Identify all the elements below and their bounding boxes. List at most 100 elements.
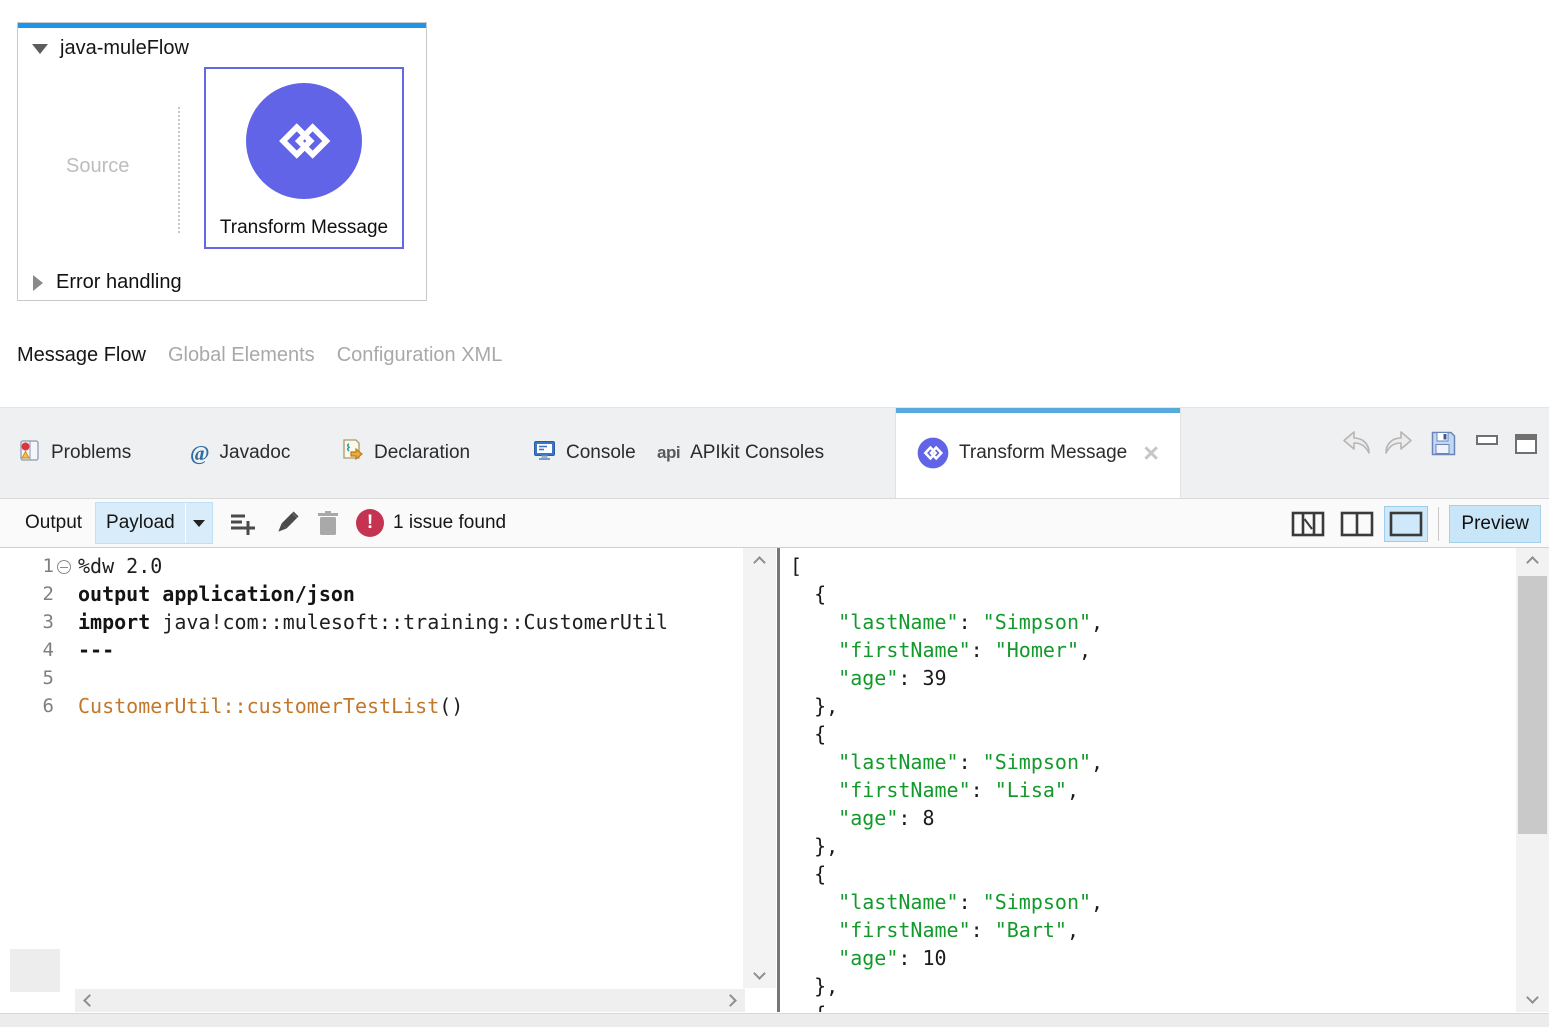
layout-mapping-view-icon[interactable] [1286,506,1330,542]
tab-transform-message[interactable]: Transform Message × [895,408,1181,498]
toolbar-divider [1438,507,1439,541]
dw-code-lines[interactable]: %dw 2.0output application/jsonimport jav… [78,552,737,720]
panel-tabbar: Problems @ Javadoc Declaration [0,407,1549,498]
code-line: { [790,1000,1509,1012]
redo-icon[interactable] [1383,430,1414,457]
bottom-strip [0,1013,1549,1027]
dataweave-code-editor[interactable]: 123456 %dw 2.0output application/jsonimp… [0,548,777,1012]
code-line: "lastName": "Simpson", [790,608,1509,636]
scroll-up-icon[interactable] [743,558,776,567]
tab-console-label: Console [566,442,636,464]
dataweave-icon [246,83,362,199]
scroll-down-icon[interactable] [1516,993,1549,1002]
gutter-corner [10,949,60,992]
tab-declaration[interactable]: Declaration [340,408,470,498]
close-icon[interactable]: × [1143,443,1159,463]
code-line: "firstName": "Lisa", [790,776,1509,804]
source-process-divider [178,107,180,233]
code-line: %dw 2.0 [78,552,737,580]
expand-error-handling-icon[interactable] [33,275,43,291]
dataweave-toolbar: Output Payload [0,498,1549,548]
transform-node-label: Transform Message [206,217,402,239]
code-line: "firstName": "Homer", [790,636,1509,664]
editor-vertical-scrollbar[interactable] [743,548,776,988]
edit-icon[interactable] [273,510,300,537]
gutter-line: 5 [0,664,74,692]
line-number-gutter: 123456 [0,552,74,720]
code-line [78,664,737,692]
minimize-icon[interactable] [1476,435,1498,445]
preview-vertical-scrollbar[interactable] [1516,548,1549,1012]
code-line: output application/json [78,580,737,608]
output-label: Output [25,512,82,534]
code-line: "age": 8 [790,804,1509,832]
output-scope-value: Payload [96,512,185,534]
code-line: }, [790,972,1509,1000]
tab-transform-label: Transform Message [959,442,1127,464]
error-handling-label: Error handling [56,271,182,294]
maximize-icon[interactable] [1515,434,1537,454]
editor-horizontal-scrollbar[interactable] [75,989,745,1012]
tab-problems-label: Problems [51,442,131,464]
scrollbar-thumb[interactable] [1518,576,1547,834]
fold-collapse-icon[interactable] [54,552,74,580]
undo-icon[interactable] [1341,430,1372,457]
tab-apikit-label: APIkit Consoles [690,442,824,464]
code-line: --- [78,636,737,664]
error-icon: ! [356,509,384,537]
gutter-line: 1 [0,552,74,580]
editor-split: 123456 %dw 2.0output application/jsonimp… [0,548,1549,1012]
studio-window: java-muleFlow Source Transform Message [0,0,1549,1027]
code-line: [ [790,552,1509,580]
delete-icon[interactable] [316,510,340,537]
code-line: }, [790,832,1509,860]
scroll-up-icon[interactable] [1516,558,1549,567]
scroll-left-icon[interactable] [85,989,94,1012]
code-line: { [790,580,1509,608]
transform-message-node[interactable]: Transform Message [204,67,404,249]
tab-javadoc[interactable]: @ Javadoc [190,408,290,498]
code-line: { [790,720,1509,748]
gutter-line: 6 [0,692,74,720]
tab-javadoc-label: Javadoc [220,442,291,464]
issues-found-label: 1 issue found [393,512,506,534]
save-icon[interactable] [1430,430,1457,457]
collapse-flow-icon[interactable] [32,44,48,54]
gutter-line: 2 [0,580,74,608]
tab-console[interactable]: Console [533,408,636,498]
preview-button[interactable]: Preview [1449,505,1541,543]
declaration-icon [340,439,364,468]
scroll-down-icon[interactable] [743,969,776,978]
flow-container[interactable]: java-muleFlow Source Transform Message [17,22,427,301]
tab-apikit-consoles[interactable]: api APIkit Consoles [657,408,824,498]
flow-name: java-muleFlow [60,37,189,60]
code-line: }, [790,692,1509,720]
console-icon [533,439,556,468]
code-line: { [790,860,1509,888]
tab-configuration-xml[interactable]: Configuration XML [337,344,503,367]
problems-icon [18,439,41,468]
code-line: "lastName": "Simpson", [790,748,1509,776]
panel-action-icons [1341,430,1537,457]
output-scope-dropdown[interactable]: Payload [95,502,213,544]
code-line: "lastName": "Simpson", [790,888,1509,916]
preview-output-pane: [ { "lastName": "Simpson", "firstName": … [780,548,1549,1012]
tab-problems[interactable]: Problems [18,408,131,498]
source-drop-label: Source [66,155,129,178]
flow-selected-accent [18,23,426,28]
tab-declaration-label: Declaration [374,442,470,464]
layout-two-pane-icon[interactable] [1335,506,1379,542]
dropdown-arrow-zone[interactable] [186,503,212,543]
chevron-down-icon [193,520,205,527]
add-transformation-icon[interactable] [229,510,257,536]
flow-view-tabs: Message Flow Global Elements Configurati… [17,344,502,367]
code-line: CustomerUtil::customerTestList() [78,692,737,720]
layout-single-pane-icon[interactable] [1384,506,1428,542]
tab-global-elements[interactable]: Global Elements [168,344,315,367]
tab-message-flow[interactable]: Message Flow [17,344,146,367]
api-icon: api [657,443,680,463]
javadoc-icon: @ [190,441,210,466]
scroll-right-icon[interactable] [726,989,735,1012]
code-line: "age": 10 [790,944,1509,972]
transform-message-icon [917,437,949,469]
